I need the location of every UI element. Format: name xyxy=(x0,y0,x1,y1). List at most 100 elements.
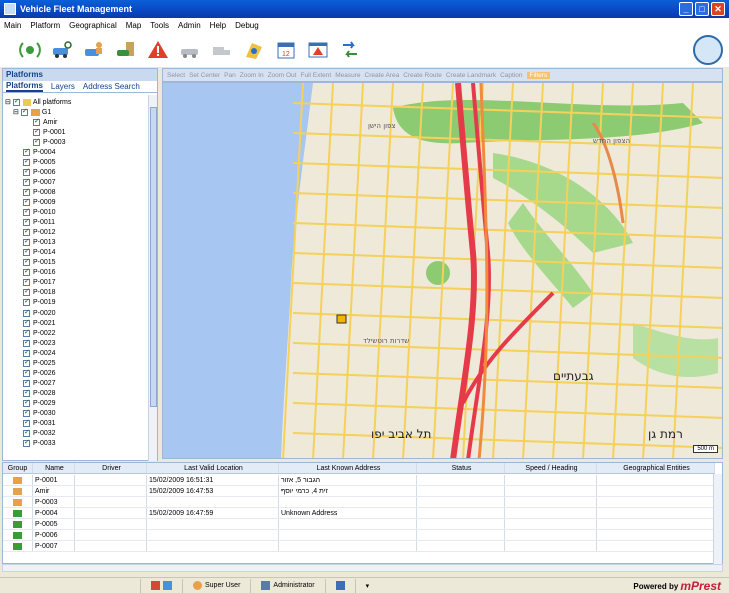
tree-item[interactable]: P-0022 xyxy=(3,328,149,338)
grid-horizontal-scrollbar[interactable] xyxy=(2,564,723,572)
menu-tools[interactable]: Tools xyxy=(150,21,169,30)
col-name[interactable]: Name xyxy=(33,463,75,473)
tree-item[interactable]: P-0013 xyxy=(3,237,149,248)
car-building-icon[interactable] xyxy=(110,36,142,64)
map-car-icon[interactable] xyxy=(238,36,270,64)
tree-item[interactable]: P-0020 xyxy=(3,308,149,318)
tree-item[interactable]: P-0029 xyxy=(3,398,149,408)
map-tool-pan[interactable]: Pan xyxy=(224,72,236,79)
tree-checkbox[interactable] xyxy=(23,388,30,397)
table-row[interactable]: P-0007 xyxy=(3,541,715,552)
tree-item[interactable]: P-0018 xyxy=(3,287,149,298)
tree-checkbox[interactable] xyxy=(23,227,30,237)
tree-checkbox[interactable] xyxy=(23,418,30,428)
col-status[interactable]: Status xyxy=(417,463,505,473)
menu-platform[interactable]: Platform xyxy=(30,21,60,30)
grid-scrollbar[interactable] xyxy=(713,474,722,565)
tree-item[interactable]: P-0028 xyxy=(3,388,149,398)
scroll-thumb[interactable] xyxy=(150,107,157,407)
tree-checkbox[interactable] xyxy=(23,267,30,277)
truck-gray-icon[interactable] xyxy=(206,36,238,64)
tree-item[interactable]: P-0008 xyxy=(3,187,149,197)
tree-item[interactable]: P-0025 xyxy=(3,358,149,368)
map-tool-zoom-out[interactable]: Zoom Out xyxy=(268,72,297,79)
tree-item[interactable]: P-0033 xyxy=(3,438,149,449)
cars-icon[interactable] xyxy=(163,581,172,590)
tree-checkbox[interactable] xyxy=(23,308,30,317)
tree-checkbox[interactable] xyxy=(23,287,30,297)
menu-main[interactable]: Main xyxy=(4,21,21,30)
table-row[interactable]: Amir 15/02/2009 16:47:53 זית 4, כרמי יוסף xyxy=(3,486,715,497)
table-row[interactable]: P-0004 15/02/2009 16:47:59 Unknown Address xyxy=(3,508,715,519)
tree-item[interactable]: P-0014 xyxy=(3,247,149,258)
tree-checkbox[interactable] xyxy=(23,328,30,337)
tree-checkbox[interactable] xyxy=(23,187,30,196)
tree-item[interactable]: P-0015 xyxy=(3,257,149,268)
tree-scrollbar[interactable] xyxy=(148,95,157,461)
tree-item[interactable]: P-0026 xyxy=(3,368,149,378)
satellite-icon[interactable] xyxy=(14,36,46,64)
map-tool-select[interactable]: Select xyxy=(167,72,185,79)
tree-item[interactable]: P-0004 xyxy=(3,147,149,157)
tree-item[interactable]: P-0031 xyxy=(3,418,149,429)
menu-debug[interactable]: Debug xyxy=(235,21,259,30)
menu-help[interactable]: Help xyxy=(210,21,226,30)
tree-item[interactable]: P-0024 xyxy=(3,348,149,358)
tree-checkbox[interactable] xyxy=(23,197,30,206)
menu-map[interactable]: Map xyxy=(126,21,142,30)
window-icon[interactable] xyxy=(335,581,345,590)
tree-checkbox[interactable] xyxy=(23,257,30,267)
alert-window-icon[interactable] xyxy=(302,36,334,64)
tree-item[interactable]: P-0030 xyxy=(3,408,149,418)
map-tool-measure[interactable]: Measure xyxy=(335,72,360,79)
col-last-known-address[interactable]: Last Known Address xyxy=(279,463,417,473)
map-view[interactable]: תל אביב יפו גבעתיים רמת גן צפון הישן הצפ… xyxy=(162,82,723,459)
col-driver[interactable]: Driver xyxy=(75,463,147,473)
tree-checkbox[interactable] xyxy=(33,117,40,126)
table-row[interactable]: P-0005 xyxy=(3,519,715,530)
col-last-valid-location[interactable]: Last Valid Location xyxy=(147,463,279,473)
tree-checkbox[interactable] xyxy=(23,368,30,377)
col-group[interactable]: Group xyxy=(3,463,33,473)
tree-item[interactable]: P-0001 xyxy=(3,127,149,137)
edit-icon[interactable] xyxy=(151,581,160,590)
tree-checkbox[interactable] xyxy=(23,147,30,156)
tree-item[interactable]: P-0023 xyxy=(3,338,149,348)
tree-checkbox[interactable] xyxy=(23,217,30,227)
tree-root[interactable]: ⊟ All platforms xyxy=(3,97,149,107)
tree-item[interactable]: P-0027 xyxy=(3,378,149,388)
tree-group[interactable]: ⊟ G1 xyxy=(3,107,149,117)
tree-checkbox[interactable] xyxy=(12,97,20,106)
tree-item[interactable]: P-0009 xyxy=(3,197,149,207)
car-gray-icon[interactable] xyxy=(174,36,206,64)
tree-checkbox[interactable] xyxy=(23,318,30,327)
tree-checkbox[interactable] xyxy=(23,398,30,407)
network-icon[interactable] xyxy=(334,36,366,64)
tab-platforms[interactable]: Platforms xyxy=(6,81,43,92)
table-row[interactable]: P-0001 15/02/2009 16:51:31 הגבור 5, אזור xyxy=(3,475,715,486)
tree-checkbox[interactable] xyxy=(23,348,30,357)
tab-layers[interactable]: Layers xyxy=(51,82,75,91)
map-tool-create-area[interactable]: Create Area xyxy=(365,72,400,79)
tree-checkbox[interactable] xyxy=(23,338,30,347)
tree-item[interactable]: P-0007 xyxy=(3,177,149,187)
tree-item[interactable]: P-0012 xyxy=(3,227,149,238)
tab-address-search[interactable]: Address Search xyxy=(83,82,140,91)
car-person-icon[interactable] xyxy=(78,36,110,64)
map-tool-caption[interactable]: Caption xyxy=(500,72,522,79)
tree-item[interactable]: P-0011 xyxy=(3,217,149,228)
col-speed-heading[interactable]: Speed / Heading xyxy=(505,463,597,473)
tree-item[interactable]: P-0006 xyxy=(3,167,149,177)
tree-checkbox[interactable] xyxy=(23,207,30,217)
tree-checkbox[interactable] xyxy=(23,378,30,387)
tree-item[interactable]: P-0003 xyxy=(3,137,149,147)
minimize-button[interactable]: _ xyxy=(679,2,693,16)
tree-item[interactable]: P-0032 xyxy=(3,428,149,439)
map-tool-zoom-in[interactable]: Zoom In xyxy=(240,72,264,79)
tree-item[interactable]: P-0010 xyxy=(3,207,149,218)
car-search-icon[interactable] xyxy=(46,36,78,64)
status-dropdown[interactable]: ▾ xyxy=(354,578,380,593)
maximize-button[interactable]: □ xyxy=(695,2,709,16)
map-tool-create-route[interactable]: Create Route xyxy=(403,72,442,79)
alert-icon[interactable] xyxy=(142,36,174,64)
